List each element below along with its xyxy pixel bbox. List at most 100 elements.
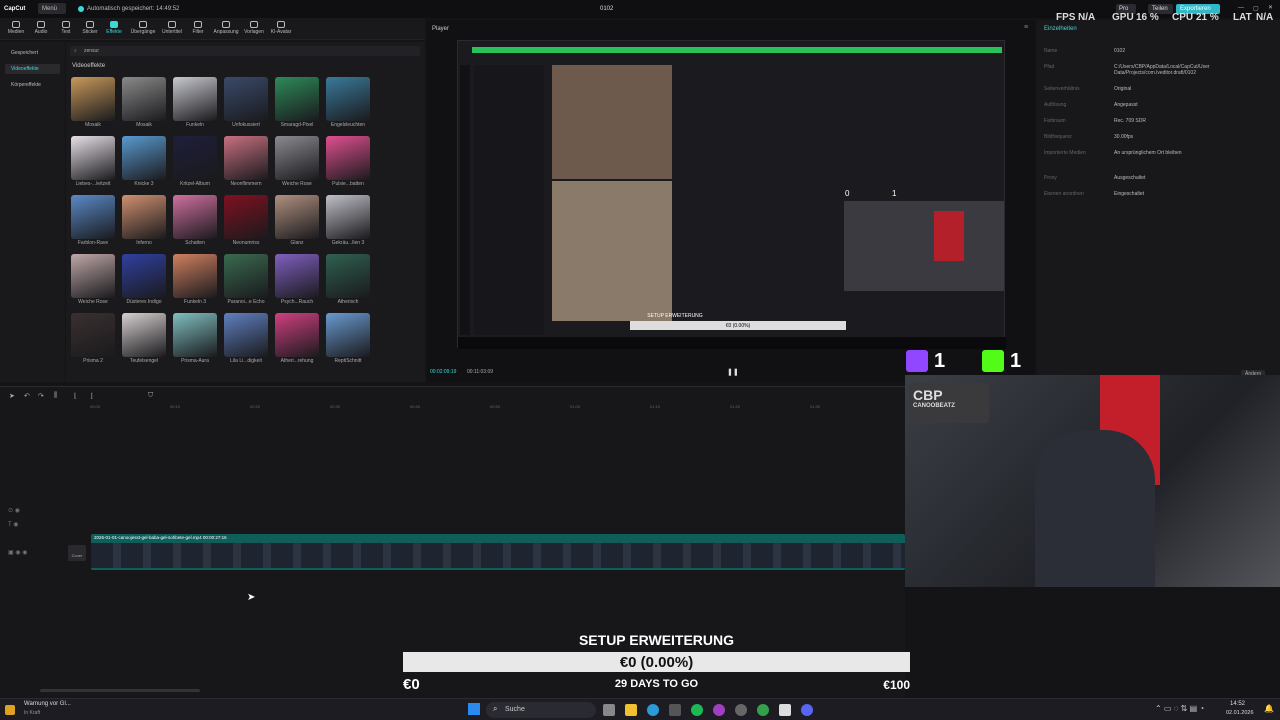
clock-date[interactable]: 02.01.2026 (1226, 710, 1254, 716)
property-row: Farbraum Rec. 709 SDR (1044, 118, 1274, 124)
effect-card[interactable]: Unfokussiert (224, 77, 268, 129)
effect-card[interactable]: Glanz (275, 195, 319, 247)
effect-card[interactable]: Prisma 2 (71, 313, 115, 365)
track-video-controls[interactable]: ▣ ◉ ◉ (8, 549, 27, 556)
effect-card[interactable]: Mosaik (71, 77, 115, 129)
effect-thumbnail (224, 195, 268, 239)
shield-icon[interactable]: ⛉ (148, 392, 153, 400)
nav-body-effects[interactable]: Körpereffekte (5, 80, 60, 90)
tool-audio[interactable]: Audio (28, 20, 54, 38)
close-icon[interactable]: ✕ (1268, 4, 1273, 11)
pause-icon[interactable]: ❚❚ (727, 368, 739, 376)
search-input[interactable]: zensur (84, 48, 99, 54)
property-value: 30.00fps (1114, 134, 1134, 140)
tool-effects[interactable]: Effekte (101, 20, 127, 38)
effect-card[interactable]: Engelsleuchten (326, 77, 370, 129)
tool-adjust[interactable]: Anpassung (211, 20, 241, 38)
effect-label: Weiche Rose (78, 299, 108, 305)
taskbar-search-input[interactable]: Suche (505, 706, 525, 713)
chrome-icon[interactable] (757, 704, 769, 716)
effect-card[interactable]: Prisma-Aura (173, 313, 217, 365)
twitch-count: 1 (934, 350, 946, 372)
edge-icon[interactable] (647, 704, 659, 716)
store-icon[interactable] (669, 704, 681, 716)
maximize-icon[interactable]: ▢ (1253, 5, 1259, 12)
capcut-icon[interactable] (779, 704, 791, 716)
effect-thumbnail (122, 254, 166, 298)
effect-card[interactable]: Funkeln 3 (173, 254, 217, 306)
clock-time[interactable]: 14:52 (1230, 701, 1245, 707)
props-tab[interactable]: Einzelheiten (1044, 26, 1077, 32)
redo-icon[interactable]: ↷ (38, 392, 44, 400)
effect-card[interactable]: Atheri...rehung (275, 313, 319, 365)
effect-card[interactable]: Lila Li...digkeit (224, 313, 268, 365)
effect-card[interactable]: Psych...Rauch (275, 254, 319, 306)
effect-card[interactable]: Neonflimmern (224, 136, 268, 188)
effect-label: Pulsie...batten (332, 181, 364, 187)
effect-card[interactable]: Paranoi...e Echo (224, 254, 268, 306)
effect-card[interactable]: Teufelsengel (122, 313, 166, 365)
timeline-scrollbar[interactable] (40, 689, 200, 692)
effect-card[interactable]: Schatten (173, 195, 217, 247)
tool-ai-avatar[interactable]: KI-Avatar (267, 20, 295, 38)
tool-templates[interactable]: Vorlagen (241, 20, 267, 38)
effect-card[interactable]: Inferno (122, 195, 166, 247)
nav-saved[interactable]: Gespeichert (5, 48, 60, 58)
nav-video-effects[interactable]: Videoeffekte (5, 64, 60, 74)
effects-search[interactable]: ⌕ zensur (70, 46, 420, 56)
effect-card[interactable]: Pulsie...batten (326, 136, 370, 188)
minimize-icon[interactable]: — (1238, 5, 1244, 11)
trim-right-icon[interactable]: ⌋ (90, 392, 93, 400)
video-clip[interactable]: 2026-01-01-canoojesst-gel-baba-gel-sohbe… (91, 534, 905, 570)
warning-icon[interactable] (5, 705, 15, 715)
effect-card[interactable]: Funkeln (173, 77, 217, 129)
trim-left-icon[interactable]: ⌊ (74, 392, 77, 400)
effect-card[interactable]: Liebes-...leitzeit (71, 136, 115, 188)
tray-icons[interactable]: ⌃ ▭ ◌ ⇅ ▤ ◔ (1155, 704, 1204, 713)
tool-subtitles[interactable]: Untertitel (158, 20, 186, 38)
search-box[interactable]: ⌕ Suche (486, 702, 596, 718)
notification-bell-icon[interactable]: 🔔 (1264, 704, 1274, 713)
settings-gear-icon[interactable] (735, 704, 747, 716)
flag-decor (934, 211, 964, 261)
effect-card[interactable]: Ätherisch (326, 254, 370, 306)
tool-filter[interactable]: Filter (185, 20, 211, 38)
app-icon[interactable] (713, 704, 725, 716)
track-lock-icon[interactable]: ⊙ ◉ (8, 507, 20, 514)
effect-card[interactable]: Kritzel-Album (173, 136, 217, 188)
effect-card[interactable]: Weiche Rose (275, 136, 319, 188)
effect-label: Prisma-Aura (181, 358, 209, 364)
effect-thumbnail (122, 77, 166, 121)
effect-card[interactable]: Mosaik (122, 77, 166, 129)
notice-title[interactable]: Warnung vor Gl... (24, 701, 71, 707)
inner-count-b: 1 (892, 189, 897, 198)
split-icon[interactable]: ⫼ (54, 392, 57, 400)
tool-transitions[interactable]: Übergänge (128, 20, 158, 38)
cover-button[interactable]: Cover (68, 545, 86, 561)
effect-label: Knicke 3 (134, 181, 154, 187)
menu-button[interactable]: Menü (38, 3, 66, 14)
tool-text[interactable]: Text (53, 20, 79, 38)
effect-card[interactable]: Knicke 3 (122, 136, 166, 188)
effect-card[interactable]: Smaragd-Pixel (275, 77, 319, 129)
effect-thumbnail (71, 195, 115, 239)
effect-card[interactable]: Neonumriss (224, 195, 268, 247)
effect-card[interactable]: Düsteres Indigo (122, 254, 166, 306)
task-view-icon[interactable] (603, 704, 615, 716)
track-text-icon[interactable]: T ◉ (8, 521, 18, 528)
file-explorer-icon[interactable] (625, 704, 637, 716)
effect-label: Engelsleuchten (330, 122, 366, 128)
tool-sticker[interactable]: Sticker (77, 20, 103, 38)
undo-icon[interactable]: ↶ (24, 392, 30, 400)
effect-thumbnail (275, 254, 319, 298)
effect-card[interactable]: ReptiSchnitt (326, 313, 370, 365)
effect-card[interactable]: Farblon-Rave (71, 195, 115, 247)
discord-icon[interactable] (801, 704, 813, 716)
effect-card[interactable]: Gekräu...llen 3 (326, 195, 370, 247)
effect-card[interactable]: Weiche Rose (71, 254, 115, 306)
tool-media[interactable]: Medien (3, 20, 29, 38)
player-menu-icon[interactable]: ≡ (1024, 24, 1028, 31)
select-tool-icon[interactable]: ➤ (9, 392, 15, 400)
windows-start-icon[interactable] (468, 703, 480, 715)
spotify-icon[interactable] (691, 704, 703, 716)
